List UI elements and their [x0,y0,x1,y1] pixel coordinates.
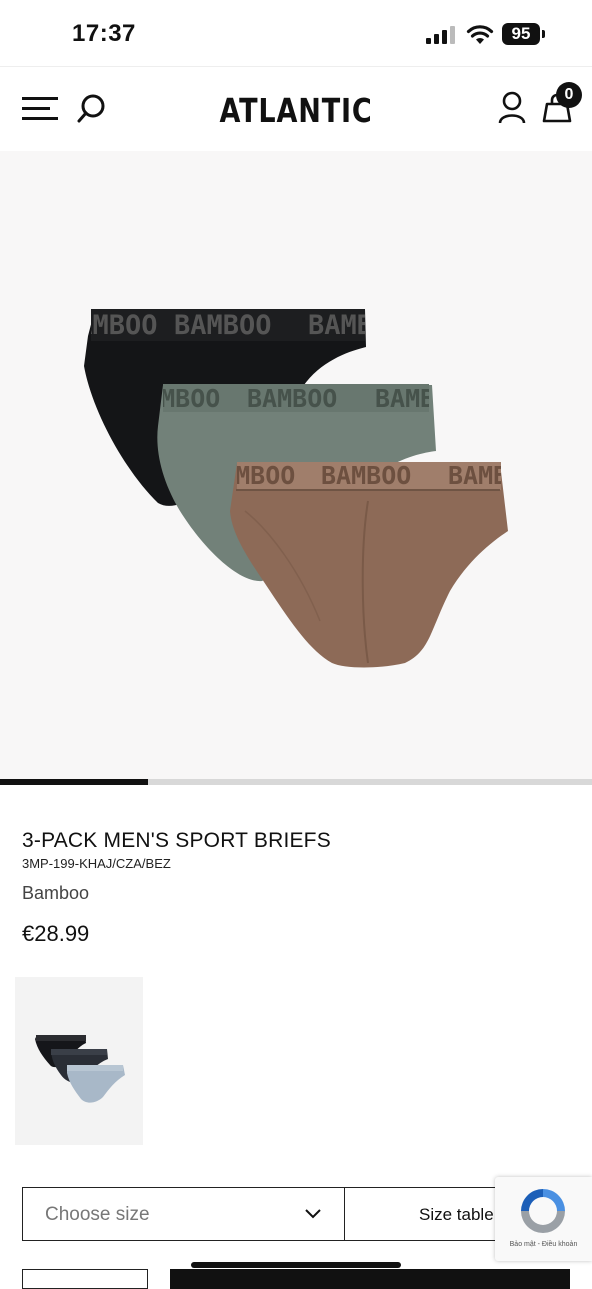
wifi-icon [466,25,494,44]
product-image-main[interactable]: BAMBOO BAMBOO BAMBOO BAMBOO BAMBOO BAMBO… [0,151,592,779]
brand-logo[interactable]: ATLANTIC [53,91,538,130]
status-time: 17:37 [72,20,136,47]
gallery-progress-bar [0,779,592,785]
waistband-text: BAMBOO [448,461,538,490]
waistband-text: BAMBOO [174,310,272,341]
user-icon[interactable] [498,91,526,125]
recaptcha-badge[interactable]: Bảo mật - Điều khoản [495,1177,592,1261]
variant-thumbnail[interactable] [15,977,143,1145]
recaptcha-text: Bảo mật - Điều khoản [509,1241,578,1248]
product-illustration: BAMBOO BAMBOO BAMBOO BAMBOO BAMBOO BAMBO… [60,309,538,668]
product-material: Bamboo [22,883,90,903]
home-indicator [191,1262,401,1268]
product-title: 3-PACK MEN'S SPORT BRIEFS [22,829,331,852]
signal-icon [426,26,455,44]
add-to-cart-button[interactable] [170,1269,570,1289]
gallery-progress-fill [0,779,148,785]
battery-cap [542,30,545,38]
cart-count-badge: 0 [556,82,582,108]
waistband-text: BAMBOO [247,384,337,413]
site-header: ATLANTIC 0 [0,66,592,152]
secondary-action-button[interactable] [22,1269,148,1289]
product-sku: 3MP-199-KHAJ/CZA/BEZ [22,856,171,871]
variant-thumbnail-image [35,1035,125,1103]
waistband-text: BAMBOO [321,461,411,490]
recaptcha-icon [521,1189,565,1233]
chevron-down-icon [305,1209,321,1219]
size-table-label: Size table [419,1205,494,1224]
waistband-text: BAMBOO [308,310,406,341]
battery-level: 95 [502,23,540,45]
size-dropdown-label: Choose size [45,1204,150,1225]
product-price: €28.99 [22,921,90,946]
waistband-text: BAMBOO [60,310,158,341]
status-bar: 17:37 95 [0,0,592,66]
waistband-text: BAMBOO [375,384,465,413]
size-dropdown[interactable]: Choose size [22,1187,344,1241]
